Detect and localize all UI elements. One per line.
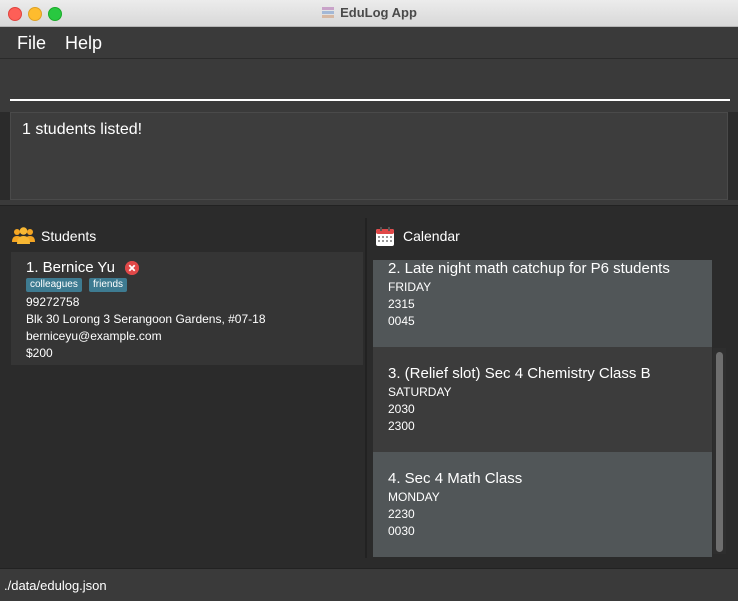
tag-friends: friends	[89, 278, 128, 292]
menu-help[interactable]: Help	[65, 33, 102, 54]
window-title-wrap: EduLog App	[0, 5, 738, 20]
students-icon	[12, 227, 35, 244]
student-phone: 99272758	[26, 295, 80, 309]
command-box	[0, 59, 738, 106]
calendar-item-title: 3. (Relief slot) Sec 4 Chemistry Class B	[388, 365, 651, 382]
data-file-path: ./data/edulog.json	[4, 578, 107, 593]
student-address: Blk 30 Lorong 3 Serangoon Gardens, #07-1…	[26, 312, 266, 326]
calendar-item-day: SATURDAY	[388, 385, 452, 399]
app-books-icon	[322, 7, 335, 18]
result-display[interactable]: 1 students listed!	[10, 112, 728, 200]
calendar-item-title: 2. Late night math catchup for P6 studen…	[388, 260, 670, 277]
calendar-item[interactable]: 3. (Relief slot) Sec 4 Chemistry Class B…	[373, 347, 712, 452]
calendar-item[interactable]: 4. Sec 4 Math Class MONDAY 2230 0030	[373, 452, 712, 557]
status-bar: ./data/edulog.json	[0, 568, 738, 601]
tag-colleagues: colleagues	[26, 278, 82, 292]
calendar-item-title: 4. Sec 4 Math Class	[388, 470, 523, 487]
delete-student-icon[interactable]	[125, 261, 139, 275]
window-title: EduLog App	[340, 5, 417, 20]
title-bar: EduLog App	[0, 0, 738, 27]
calendar-item-day: MONDAY	[388, 490, 440, 504]
calendar-list[interactable]: 2. Late night math catchup for P6 studen…	[373, 260, 712, 557]
calendar-item-end: 2300	[388, 419, 415, 433]
calendar-item-end: 0045	[388, 314, 415, 328]
calendar-item-start: 2030	[388, 402, 415, 416]
panel-divider[interactable]	[365, 218, 367, 558]
student-card[interactable]: 1. Bernice Yu colleagues friends 9927275…	[11, 252, 363, 365]
calendar-item[interactable]: 2. Late night math catchup for P6 studen…	[373, 260, 712, 347]
result-message: 1 students listed!	[22, 121, 143, 138]
calendar-scrollbar-thumb[interactable]	[716, 352, 723, 552]
calendar-item-end: 0030	[388, 524, 415, 538]
calendar-item-start: 2230	[388, 507, 415, 521]
students-panel-title: Students	[41, 228, 97, 244]
separator-line	[0, 205, 738, 206]
calendar-item-day: FRIDAY	[388, 280, 432, 294]
student-email: berniceyu@example.com	[26, 329, 162, 343]
command-input[interactable]	[10, 69, 730, 101]
student-fee: $200	[26, 346, 53, 360]
calendar-panel-title: Calendar	[403, 228, 460, 244]
calendar-item-start: 2315	[388, 297, 415, 311]
calendar-icon	[376, 227, 394, 246]
menu-bar: File Help	[0, 27, 738, 59]
menu-file[interactable]: File	[17, 33, 46, 54]
student-name: 1. Bernice Yu	[26, 259, 115, 276]
